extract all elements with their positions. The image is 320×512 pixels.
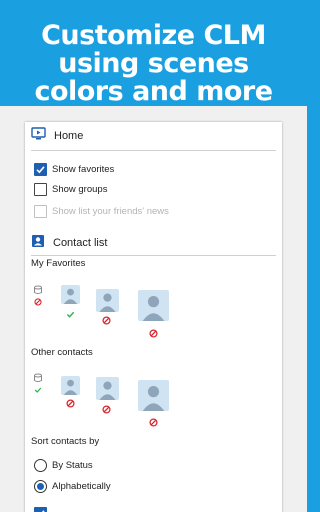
home-divider: [31, 150, 276, 151]
blocked-icon: [34, 298, 42, 306]
online-check-icon: [66, 311, 75, 318]
show-groups-checkbox[interactable]: [34, 182, 47, 196]
sort-alphabetically-radio[interactable]: [34, 479, 47, 493]
blocked-icon: [102, 405, 111, 414]
home-section-header: Home: [31, 126, 84, 146]
sort-alphabetically-option[interactable]: Alphabetically: [34, 478, 111, 494]
monitor-icon: [31, 126, 46, 146]
show-friends-news-label: Show list your friends' news: [52, 205, 169, 217]
settings-panel: Home Show favorites Show groups Show lis…: [25, 122, 282, 512]
show-friends-news-checkbox: [34, 204, 47, 218]
blocked-icon: [149, 329, 158, 338]
show-groups-option[interactable]: Show groups: [34, 181, 107, 197]
other-contacts-label: Other contacts: [31, 347, 93, 358]
contact-list-section-header: Contact list: [31, 234, 107, 252]
db-icon: [34, 285, 42, 294]
show-favorites-option[interactable]: Show favorites: [34, 161, 114, 177]
sort-alphabetically-label: Alphabetically: [52, 480, 111, 492]
sort-by-status-option[interactable]: By Status: [34, 457, 93, 473]
contact-avatar[interactable]: [138, 380, 169, 411]
promo-headline-line-3: colors and more: [34, 76, 273, 107]
show-favorites-label: Show favorites: [52, 163, 115, 175]
sort-contacts-label: Sort contacts by: [31, 436, 100, 447]
promo-headline-line-2: using scenes: [58, 48, 249, 79]
show-groups-label: Show groups: [52, 183, 108, 195]
show-friends-news-option: Show list your friends' news: [34, 203, 169, 219]
cut-off-checkbox[interactable]: [34, 506, 47, 512]
promo-headline-line-1: Customize CLM: [41, 20, 266, 51]
cut-off-option[interactable]: [34, 505, 47, 512]
contact-avatar[interactable]: [96, 289, 119, 312]
blocked-icon: [66, 399, 75, 408]
promo-banner: Customize CLM using scenes colors and mo…: [0, 0, 307, 106]
show-favorites-checkbox[interactable]: [34, 162, 47, 176]
blocked-icon: [102, 316, 111, 325]
contact-list-divider: [31, 255, 276, 256]
sort-by-status-radio[interactable]: [34, 458, 47, 472]
online-check-icon: [34, 387, 42, 393]
contact-avatar[interactable]: [96, 377, 119, 400]
contact-avatar[interactable]: [61, 285, 80, 304]
db-icon: [34, 373, 42, 382]
contact-list-section-title: Contact list: [53, 237, 108, 249]
my-favorites-label: My Favorites: [31, 258, 86, 269]
sort-by-status-label: By Status: [52, 459, 93, 471]
blocked-icon: [149, 418, 158, 427]
contact-avatar[interactable]: [61, 376, 80, 395]
home-section-title: Home: [54, 130, 84, 142]
contact-card-icon: [31, 234, 45, 253]
contact-avatar[interactable]: [138, 290, 169, 321]
